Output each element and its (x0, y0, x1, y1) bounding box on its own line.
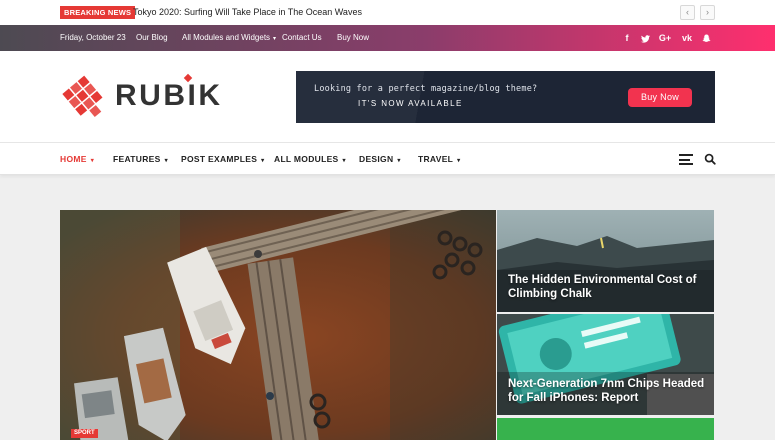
breaking-headline-link[interactable]: Tokyo 2020: Surfing Will Take Place in T… (133, 6, 362, 19)
chevron-down-icon: ▾ (90, 158, 95, 164)
nav-item-label: HOME (60, 154, 87, 164)
nav-item-post-examples[interactable]: POST EXAMPLES ▾ (181, 143, 264, 177)
chevron-down-icon: ▾ (164, 158, 168, 164)
chevron-down-icon: ▾ (261, 158, 265, 164)
side-post-title[interactable]: The Hidden Environmental Cost of Climbin… (508, 273, 708, 301)
nav-item-label: ALL MODULES (274, 154, 339, 164)
chevron-down-icon: ▾ (457, 158, 461, 164)
nav-item-design[interactable]: DESIGN ▾ (359, 143, 401, 177)
breaking-news-badge: BREAKING NEWS (60, 6, 136, 19)
topnav-link-contact-us[interactable]: Contact Us (282, 25, 322, 51)
search-icon[interactable] (704, 153, 717, 166)
snapchat-icon[interactable] (699, 25, 713, 51)
side-post-card[interactable]: The Hidden Environmental Cost of Climbin… (497, 210, 714, 312)
ad-buy-now-button[interactable]: Buy Now (628, 88, 692, 107)
rubik-logo-icon[interactable] (60, 75, 108, 121)
topnav-link-buy-now[interactable]: Buy Now (337, 25, 369, 51)
featured-post-image[interactable] (60, 210, 496, 440)
chevron-right-icon: › (706, 7, 709, 17)
side-post-card[interactable]: Next-Generation 7nm Chips Headed for Fal… (497, 314, 714, 415)
nav-item-features[interactable]: FEATURES ▾ (113, 143, 168, 177)
menu-icon[interactable] (679, 154, 693, 165)
nav-item-label: POST EXAMPLES (181, 154, 258, 164)
site-header: RUBIK Looking for a perfect magazine/blo… (0, 51, 775, 142)
topnav-link-our-blog[interactable]: Our Blog (136, 25, 168, 51)
ad-subline: IT'S NOW AVAILABLE (358, 99, 463, 108)
topnav-link-all-modules[interactable]: All Modules and Widgets ▾ (182, 25, 276, 52)
top-navigation: Friday, October 23 Our Blog All Modules … (0, 25, 775, 51)
chevron-down-icon: ▾ (397, 158, 401, 164)
category-tag-sport[interactable]: SPORT (71, 429, 98, 438)
google-plus-icon[interactable]: G+ (658, 25, 672, 51)
site-logo-text[interactable]: RUBIK (115, 79, 223, 113)
topnav-link-label: All Modules and Widgets (182, 33, 271, 42)
facebook-icon[interactable]: f (620, 25, 634, 51)
nav-item-all-modules[interactable]: ALL MODULES ▾ (274, 143, 346, 177)
main-navigation: HOME ▾ FEATURES ▾ POST EXAMPLES ▾ ALL MODUL… (0, 142, 775, 175)
prev-headline-button[interactable]: ‹ (680, 5, 695, 20)
nav-item-label: DESIGN (359, 154, 394, 164)
ad-tagline: Looking for a perfect magazine/blog them… (314, 84, 538, 94)
breaking-news-bar: BREAKING NEWS Tokyo 2020: Surfing Will T… (0, 0, 775, 25)
twitter-icon[interactable] (638, 25, 652, 51)
next-headline-button[interactable]: › (700, 5, 715, 20)
header-ad-banner[interactable]: Looking for a perfect magazine/blog them… (296, 71, 715, 123)
nav-item-travel[interactable]: TRAVEL ▾ (418, 143, 460, 177)
side-post-card[interactable] (497, 418, 714, 440)
nav-item-label: TRAVEL (418, 154, 454, 164)
nav-item-home[interactable]: HOME ▾ (60, 143, 94, 177)
chevron-down-icon: ▾ (273, 36, 277, 42)
chevron-left-icon: ‹ (686, 7, 689, 17)
nav-item-label: FEATURES (113, 154, 161, 164)
current-date: Friday, October 23 (60, 33, 126, 42)
vk-icon[interactable]: vk (680, 25, 694, 51)
chevron-down-icon: ▾ (342, 158, 346, 164)
side-post-title[interactable]: Next-Generation 7nm Chips Headed for Fal… (508, 377, 713, 405)
